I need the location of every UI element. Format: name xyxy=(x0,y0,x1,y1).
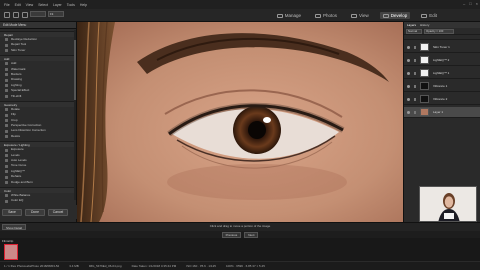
menu-select[interactable]: Select xyxy=(38,3,48,7)
tool-item[interactable]: Tilt-shift xyxy=(0,94,76,99)
status-zoom: 100% · 6596 · 6.85 37 × 5.45 xyxy=(225,264,265,268)
image-canvas[interactable] xyxy=(77,22,403,222)
edit-action-buttons: Save Done Cancel xyxy=(0,205,77,219)
opacity-field[interactable]: Opacity = 100 xyxy=(424,28,454,34)
layer-name: Skin Tuner 1 xyxy=(433,45,450,49)
layer-name: Vibrance 2 xyxy=(433,97,448,101)
next-button[interactable]: Next xyxy=(244,231,259,238)
tool-list: Repair Red-Eye Reduction Repair Tool Skin T… xyxy=(0,31,76,209)
cancel-button[interactable]: Cancel xyxy=(48,208,68,216)
lock-icon[interactable] xyxy=(414,110,416,114)
layer-name: LightEQ™ 2 xyxy=(433,58,450,62)
panel-title: Edit Mode Menu xyxy=(0,22,76,29)
layer-thumbnail xyxy=(420,56,429,64)
status-date-taken: Date Taken: 1/1/2018 4:35:44 PM xyxy=(131,264,177,268)
zoom-tool-icon[interactable] xyxy=(13,12,19,18)
tool-item[interactable]: Skin Tuner xyxy=(0,48,76,53)
visibility-eye-icon[interactable] xyxy=(407,84,410,88)
image-navigation: Previous Next xyxy=(0,231,480,238)
menu-file[interactable]: File xyxy=(4,3,10,7)
status-file-size: 3.4 MB xyxy=(69,264,79,268)
status-bar: 1 / 1 files PhotoLabsPhoto 2018/08/03-52… xyxy=(0,261,480,270)
menu-bar: File Edit View Select Layer Tools Help xyxy=(0,0,480,9)
view-icon xyxy=(351,13,358,18)
presenter-image xyxy=(420,187,476,221)
status-file-name: IMG_5476Ed_06-04.png xyxy=(88,264,122,268)
mode-view[interactable]: View xyxy=(348,12,372,19)
layer-row[interactable]: Vibrance 1 xyxy=(404,81,480,92)
filmstrip: Filmstrip xyxy=(0,238,480,261)
lock-icon[interactable] xyxy=(414,71,416,75)
navigation-bar: Show Detail Click and drag to move a por… xyxy=(0,222,480,231)
blend-mode-select[interactable]: Normal xyxy=(406,28,422,34)
layer-name: Vibrance 1 xyxy=(433,84,448,88)
maximize-button[interactable]: □ xyxy=(469,1,471,6)
menu-edit[interactable]: Edit xyxy=(15,3,21,7)
layer-tools-bar xyxy=(404,35,480,40)
visibility-eye-icon[interactable] xyxy=(407,97,410,101)
layer-name: LightEQ™ 1 xyxy=(433,71,450,75)
develop-icon xyxy=(382,13,389,18)
visibility-eye-icon[interactable] xyxy=(407,58,410,62)
layer-row[interactable]: LightEQ™ 2 xyxy=(404,55,480,66)
zoom-dropdown[interactable]: Fit xyxy=(48,11,64,17)
lock-icon[interactable] xyxy=(414,97,416,101)
layer-row[interactable]: Layer 1 xyxy=(404,107,480,118)
window-controls: – □ × xyxy=(463,1,478,6)
view-mode-dropdown[interactable] xyxy=(30,11,46,17)
edit-icon xyxy=(421,13,428,18)
lock-icon[interactable] xyxy=(414,58,416,62)
visibility-eye-icon[interactable] xyxy=(407,71,410,75)
tab-history[interactable]: History xyxy=(420,22,429,28)
status-exposure: ISO 160 · f/5.6 · 1/125 xyxy=(186,264,216,268)
canvas-hint: Click and drag to move a portion of the … xyxy=(209,224,271,228)
left-panel-scrollbar[interactable] xyxy=(74,30,76,200)
layer-name: Layer 1 xyxy=(433,110,444,114)
layer-thumbnail xyxy=(420,108,429,116)
mode-photos[interactable]: Photos xyxy=(312,12,340,19)
done-button[interactable]: Done xyxy=(25,208,45,216)
menu-layer[interactable]: Layer xyxy=(53,3,62,7)
tool-item[interactable]: Dodge and Burn xyxy=(0,180,76,185)
filmstrip-thumbnail[interactable] xyxy=(4,244,18,260)
visibility-eye-icon[interactable] xyxy=(407,110,410,114)
save-button[interactable]: Save xyxy=(2,208,22,216)
tool-item[interactable]: Resize xyxy=(0,134,76,139)
close-button[interactable]: × xyxy=(476,1,478,6)
layer-options-bar: Normal Opacity = 100 xyxy=(404,28,480,35)
pan-tool-icon[interactable] xyxy=(4,12,10,18)
layer-thumbnail xyxy=(420,95,429,103)
eye-photo xyxy=(77,22,403,222)
layer-row[interactable]: LightEQ™ 1 xyxy=(404,68,480,79)
menu-tools[interactable]: Tools xyxy=(67,3,75,7)
mode-manage[interactable]: Manage xyxy=(274,12,304,19)
mode-switcher: Manage Photos View Develop Edit xyxy=(274,9,440,22)
status-file-count: 1 / 1 files PhotoLabsPhoto 2018/08/03-52 xyxy=(4,264,60,268)
mode-develop[interactable]: Develop xyxy=(379,12,411,19)
select-tool-icon[interactable] xyxy=(22,12,28,18)
photos-icon xyxy=(315,13,322,18)
previous-button[interactable]: Previous xyxy=(221,231,242,238)
mode-edit[interactable]: Edit xyxy=(418,12,440,19)
lock-icon[interactable] xyxy=(414,84,416,88)
minimize-button[interactable]: – xyxy=(463,1,465,6)
layer-thumbnail xyxy=(420,43,429,51)
webcam-overlay xyxy=(419,186,477,222)
menu-help[interactable]: Help xyxy=(80,3,87,7)
layer-row[interactable]: Skin Tuner 1 xyxy=(404,42,480,53)
menu-view[interactable]: View xyxy=(26,3,34,7)
visibility-eye-icon[interactable] xyxy=(407,45,410,49)
tab-layers[interactable]: Layers xyxy=(407,22,416,28)
filmstrip-label: Filmstrip xyxy=(2,239,14,243)
layer-thumbnail xyxy=(420,82,429,90)
edit-mode-panel: Edit Mode Menu Repair Red-Eye Reduction Re… xyxy=(0,22,77,222)
manage-icon xyxy=(276,13,283,18)
lock-icon[interactable] xyxy=(414,45,416,49)
layer-row[interactable]: Vibrance 2 xyxy=(404,94,480,105)
layer-thumbnail xyxy=(420,69,429,77)
